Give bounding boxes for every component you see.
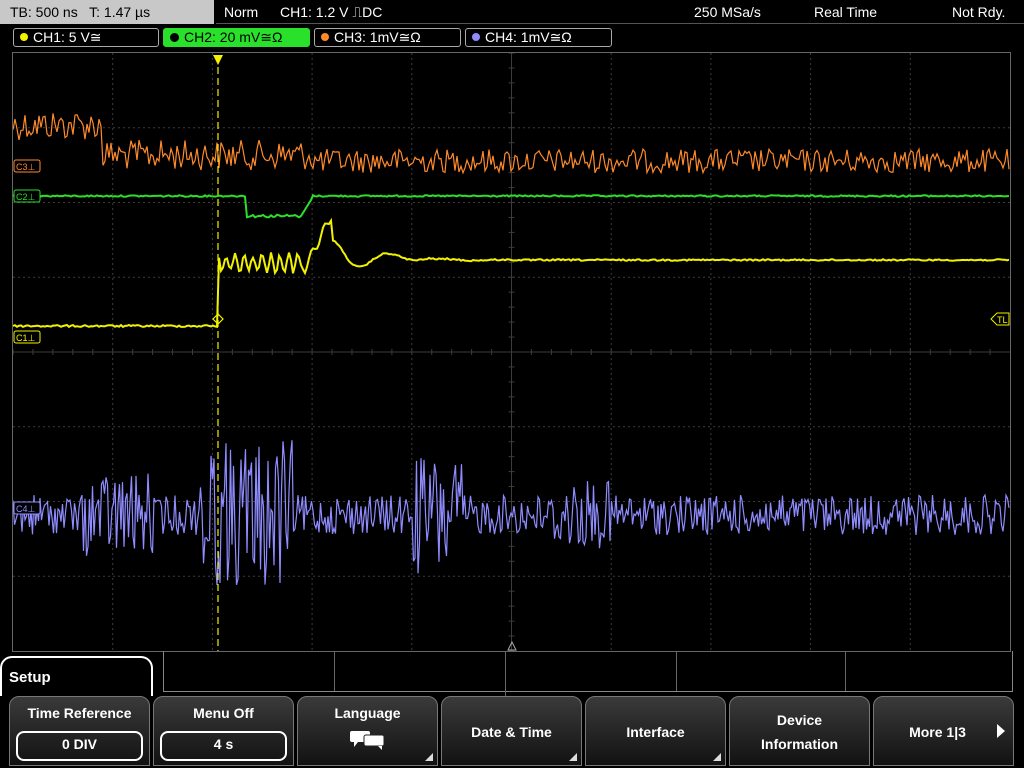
ch1-offset-marker[interactable]: C1⊥ [13, 330, 41, 344]
time-reference-value: 0 DIV [16, 731, 143, 761]
trigger-mode[interactable]: Norm [224, 0, 258, 24]
device-information-label-2: Information [761, 736, 838, 752]
time-reference-label: Time Reference [27, 705, 132, 721]
channel-tab-ch1[interactable]: CH1: 5 V≅ [13, 28, 159, 47]
timebase-value: TB: 500 ns [10, 4, 78, 20]
device-information-softkey[interactable]: Device Information [729, 696, 870, 766]
ch1-marker-label: C1⊥ [16, 333, 36, 343]
trigger-time-value: T: 1.47 µs [89, 4, 151, 20]
device-information-label: Device [776, 712, 823, 728]
language-label: Language [334, 705, 401, 721]
graticule [13, 53, 1010, 651]
ch3-offset-marker[interactable]: C3⊥ [13, 159, 41, 173]
time-reference-softkey[interactable]: Time Reference 0 DIV [9, 696, 150, 766]
ch2-color-icon [170, 32, 179, 42]
trigger-slope-coupling: ⎍DC [352, 4, 383, 20]
ch4-color-icon [472, 33, 480, 42]
ch1-color-icon [20, 33, 28, 42]
trigger-level-marker[interactable]: TL [990, 312, 1010, 326]
aux-divider [505, 651, 506, 696]
interface-label: Interface [626, 724, 685, 740]
more-label: More 1|3 [909, 724, 966, 740]
language-softkey[interactable]: Language [297, 696, 438, 766]
ch4-offset-marker[interactable]: C4⊥ [13, 501, 41, 515]
trigger-source-level: CH1: 1.2 V [280, 4, 349, 20]
submenu-indicator-icon [713, 753, 721, 761]
menu-off-softkey[interactable]: Menu Off 4 s [153, 696, 294, 766]
waveform-display[interactable]: C3⊥ C2⊥ C1⊥ C4⊥ TL [12, 52, 1011, 652]
sample-rate: 250 MSa/s [694, 4, 761, 20]
ch3-color-icon [321, 33, 329, 42]
ch4-label: CH4: 1mV≅Ω [485, 29, 572, 45]
ch2-label: CH2: 20 mV≅Ω [184, 29, 283, 45]
trigger-level-label: TL [997, 315, 1008, 325]
waveform-canvas: C3⊥ C2⊥ C1⊥ C4⊥ TL [13, 53, 1010, 651]
more-softkey[interactable]: More 1|3 [873, 696, 1014, 766]
speech-bubble-icon [350, 731, 385, 750]
trigger-info[interactable]: CH1: 1.2 V ⎍DC [280, 0, 382, 24]
aux-divider [845, 651, 846, 691]
menu-off-value: 4 s [160, 731, 287, 761]
ch3-label: CH3: 1mV≅Ω [334, 29, 421, 45]
status-bar: Norm CH1: 1.2 V ⎍DC 250 MSa/s Real Time … [216, 0, 1024, 24]
menu-off-label: Menu Off [193, 705, 254, 721]
aux-divider [334, 651, 335, 691]
aux-divider [676, 651, 677, 691]
trigger-position-icon[interactable] [213, 55, 223, 65]
ch3-marker-label: C3⊥ [16, 162, 36, 172]
ch1-label: CH1: 5 V≅ [33, 29, 102, 45]
ch2-marker-label: C2⊥ [16, 192, 36, 202]
timebase-readout[interactable]: TB: 500 ns T: 1.47 µs [0, 0, 214, 24]
ch2-offset-marker[interactable]: C2⊥ [13, 189, 41, 203]
next-page-icon [997, 724, 1005, 738]
ch4-marker-label: C4⊥ [16, 504, 36, 514]
acquisition-state: Not Rdy. [952, 4, 1006, 20]
submenu-indicator-icon [425, 753, 433, 761]
menu-title-tab: Setup [0, 656, 153, 696]
channel-tab-ch2[interactable]: CH2: 20 mV≅Ω [163, 28, 310, 47]
interface-softkey[interactable]: Interface [585, 696, 726, 766]
menu-title: Setup [9, 669, 51, 686]
aux-display-area [163, 651, 1013, 692]
acquisition-mode: Real Time [814, 4, 878, 20]
date-time-softkey[interactable]: Date & Time [441, 696, 582, 766]
channel-tab-ch4[interactable]: CH4: 1mV≅Ω [465, 28, 612, 47]
channel-tab-ch3[interactable]: CH3: 1mV≅Ω [314, 28, 461, 47]
submenu-indicator-icon [569, 753, 577, 761]
date-time-label: Date & Time [471, 724, 552, 740]
